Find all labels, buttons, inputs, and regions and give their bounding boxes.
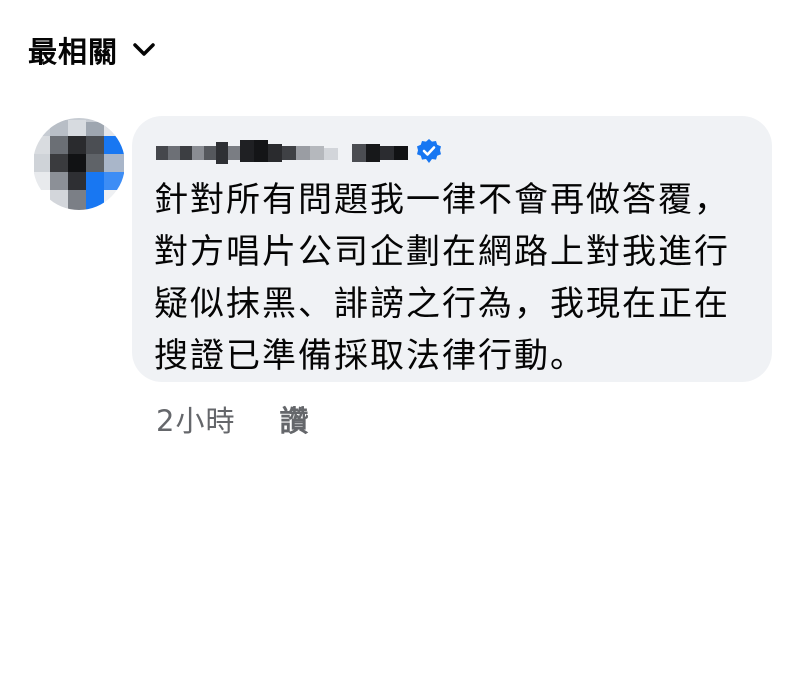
comment-bubble: 針對所有問題我一律不會再做答覆， 對方唱片公司企劃在網路上對我進行 疑似抹黑、誹…	[132, 116, 772, 382]
sort-label: 最相關	[28, 35, 119, 69]
author-row	[156, 138, 442, 164]
avatar[interactable]	[34, 118, 124, 210]
like-button[interactable]: 讚	[279, 398, 308, 440]
chevron-down-icon	[133, 43, 155, 56]
censored-name-pixels	[156, 140, 408, 164]
author-name[interactable]	[156, 138, 408, 164]
verified-badge-icon	[417, 139, 441, 163]
sort-selector[interactable]: 最相關	[28, 28, 156, 72]
comment-timestamp[interactable]: 2小時	[156, 398, 235, 440]
comment-text: 針對所有問題我一律不會再做答覆， 對方唱片公司企劃在網路上對我進行 疑似抹黑、誹…	[154, 180, 730, 376]
comment-meta: 2小時 讚	[156, 398, 308, 440]
